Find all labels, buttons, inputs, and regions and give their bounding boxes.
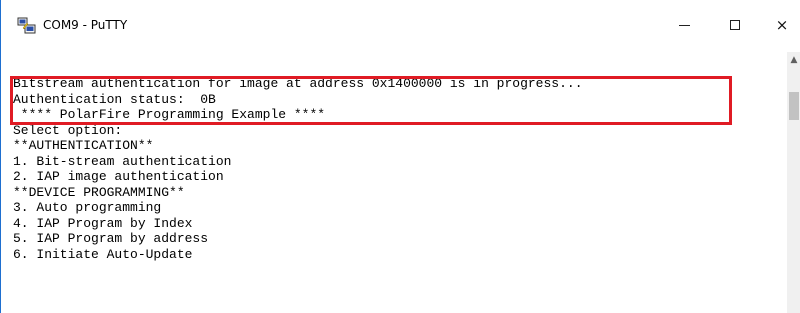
terminal-line: Authentication status: 0B (13, 91, 216, 107)
terminal-line: 5. IAP Program by address (13, 231, 209, 246)
terminal-line: 3. Auto programming (13, 200, 162, 215)
scroll-up-button[interactable]: ▲ (787, 52, 800, 68)
minimize-button[interactable] (661, 10, 707, 40)
putty-icon[interactable] (17, 17, 37, 35)
terminal-line: 2. IAP image authentication (13, 169, 224, 184)
maximize-button[interactable] (712, 10, 758, 40)
terminal-line: Select option: (13, 122, 123, 138)
title-bar[interactable]: COM9 - PuTTY × (1, 0, 800, 52)
window-title: COM9 - PuTTY (43, 18, 128, 32)
scrollbar-thumb[interactable] (789, 92, 799, 120)
terminal-line: **AUTHENTICATION** (13, 138, 154, 153)
terminal-line: 6. Initiate Auto-Update (13, 246, 193, 262)
close-icon: × (775, 16, 789, 34)
terminal-line: 4. IAP Program by Index (13, 215, 193, 231)
chevron-up-icon: ▲ (790, 55, 798, 65)
close-button[interactable]: × (759, 10, 800, 40)
terminal-line: **DEVICE PROGRAMMING** (13, 184, 185, 200)
terminal-line: Bitstream authentication for image at ad… (13, 76, 583, 91)
terminal-line: 1. Bit-stream authentication (13, 153, 232, 169)
minimize-icon (678, 24, 690, 26)
terminal-output[interactable]: Bitstream authentication for image at ad… (1, 76, 787, 313)
maximize-icon (730, 20, 740, 30)
vertical-scrollbar[interactable]: ▲ (787, 52, 800, 313)
putty-window: COM9 - PuTTY × Bitstream authentication … (0, 0, 800, 313)
terminal-line: **** PolarFire Programming Example **** (13, 107, 326, 122)
